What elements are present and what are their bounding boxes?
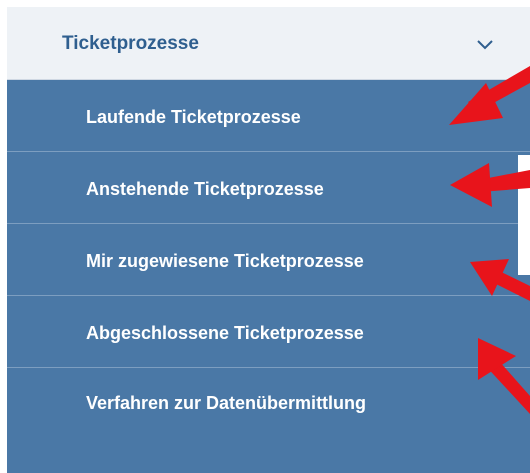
submenu-item-verfahren-zur-datenuebermittlung[interactable]: Verfahren zur Datenübermittlung: [7, 368, 530, 473]
submenu: Laufende Ticketprozesse Anstehende Ticke…: [7, 80, 530, 473]
submenu-item-label: Abgeschlossene Ticketprozesse: [86, 323, 364, 343]
submenu-item-label: Mir zugewiesene Ticketprozesse: [86, 251, 364, 271]
navigation-menu: Ticketprozesse Laufende Ticketprozesse A…: [0, 0, 530, 473]
submenu-item-label: Laufende Ticketprozesse: [86, 107, 301, 127]
submenu-item-abgeschlossene-ticketprozesse[interactable]: Abgeschlossene Ticketprozesse: [7, 296, 530, 368]
menu-header-title: Ticketprozesse: [62, 33, 199, 54]
submenu-item-mir-zugewiesene-ticketprozesse[interactable]: Mir zugewiesene Ticketprozesse: [7, 224, 530, 296]
submenu-item-label: Verfahren zur Datenübermittlung: [86, 393, 367, 413]
submenu-item-anstehende-ticketprozesse[interactable]: Anstehende Ticketprozesse: [7, 152, 530, 224]
menu-header-ticketprozesse[interactable]: Ticketprozesse: [7, 7, 530, 80]
submenu-item-laufende-ticketprozesse[interactable]: Laufende Ticketprozesse: [7, 80, 530, 152]
edge-panel: [518, 155, 530, 275]
submenu-item-label: Anstehende Ticketprozesse: [86, 179, 324, 199]
chevron-down-icon[interactable]: [475, 37, 495, 51]
